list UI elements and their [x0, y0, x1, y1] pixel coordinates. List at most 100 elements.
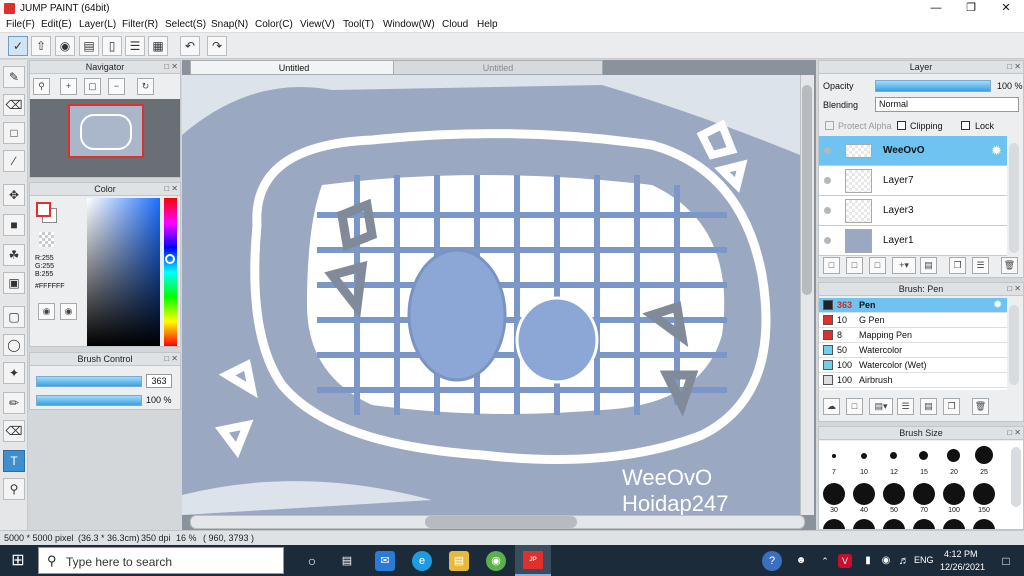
layer-row-weeovo[interactable]: WeeOvO ✹	[819, 136, 1007, 166]
edge-browser-icon[interactable]: e	[412, 551, 432, 571]
brush-size-dot[interactable]	[973, 519, 995, 529]
layer-visibility-icon[interactable]	[824, 207, 831, 214]
mail-icon[interactable]: ✉	[375, 551, 395, 571]
new-layer-icon[interactable]: □	[823, 257, 840, 274]
minimize-button[interactable]: —	[920, 0, 952, 17]
brush-size-dot[interactable]	[832, 454, 836, 458]
lock-checkbox[interactable]	[961, 121, 970, 130]
layer-row-layer7[interactable]: Layer7	[819, 166, 1007, 196]
brush-size-dot[interactable]	[947, 449, 960, 462]
brush-item-watercolor[interactable]: 50 Watercolor	[819, 343, 1007, 358]
gradient-tool-icon[interactable]: ▣	[3, 272, 25, 294]
brush-cloud-icon[interactable]: ☁	[823, 398, 840, 415]
battery-icon[interactable]: ▮	[858, 551, 878, 571]
close-button[interactable]: ✕	[990, 0, 1022, 17]
volume-icon[interactable]: ♬	[894, 551, 914, 571]
notification-icon[interactable]: □	[996, 551, 1016, 571]
windows-start-icon[interactable]: ⊞	[8, 551, 28, 571]
task-view-icon[interactable]: ▤	[337, 551, 357, 571]
brush-size-dot[interactable]	[973, 483, 995, 505]
new-vector-layer-icon[interactable]: □	[846, 257, 863, 274]
brush-size-scrollbar[interactable]	[1011, 447, 1021, 507]
brush-size-dot[interactable]	[823, 483, 845, 505]
menu-layer[interactable]: Layer(L)	[79, 19, 116, 30]
panel-controls-icon[interactable]: □ ✕	[164, 62, 178, 71]
language-indicator[interactable]: ENG	[914, 555, 934, 565]
rotate-icon[interactable]: ↻	[137, 78, 154, 95]
delete-layer-icon[interactable]: 🗑	[1001, 257, 1018, 274]
zoom-out-icon[interactable]: −	[108, 78, 125, 95]
saturation-value-picker[interactable]	[87, 198, 160, 346]
menu-snap[interactable]: Snap(N)	[211, 19, 248, 30]
brush-size-dot[interactable]	[823, 519, 845, 529]
navigator-preview[interactable]	[30, 99, 180, 177]
gallery-icon[interactable]: ▦	[148, 36, 168, 56]
brush-settings-icon[interactable]: ☰	[897, 398, 914, 415]
brush-size-dot[interactable]	[883, 483, 905, 505]
layer-settings-gear-icon[interactable]: ✹	[991, 143, 1002, 159]
menu-cloud[interactable]: Cloud	[442, 19, 468, 30]
brush-item-pen[interactable]: 363 Pen ✹	[819, 298, 1007, 313]
lasso-tool-icon[interactable]: ◯	[3, 334, 25, 356]
layer-list-scrollbar[interactable]	[1009, 143, 1019, 253]
fill-tool-icon[interactable]: ☘	[3, 244, 25, 266]
brush-menu-icon[interactable]: ▤▾	[869, 398, 893, 415]
brush-size-dot[interactable]	[861, 453, 867, 459]
select-tool-icon[interactable]: ▢	[3, 306, 25, 328]
blending-select[interactable]: Normal	[875, 97, 1019, 112]
select-eraser-icon[interactable]: ⌫	[3, 420, 25, 442]
clock-time[interactable]: 4:12 PM	[944, 549, 978, 559]
undo-icon[interactable]: ↶	[180, 36, 200, 56]
add-layer-menu-icon[interactable]: +▾	[892, 257, 916, 274]
menu-color[interactable]: Color(C)	[255, 19, 293, 30]
brush-size-dot[interactable]	[890, 452, 897, 459]
panel-controls-icon[interactable]: □ ✕	[164, 354, 178, 363]
move-tool-icon[interactable]: ✥	[3, 184, 25, 206]
text-tool-icon[interactable]: T	[3, 450, 25, 472]
new-brush-icon[interactable]: □	[846, 398, 863, 415]
artwork-canvas[interactable]: WeeOvO Hoidap247	[182, 75, 800, 515]
panel-controls-icon[interactable]: □ ✕	[164, 184, 178, 193]
brush-size-dot[interactable]	[883, 519, 905, 529]
rectangle-tool-icon[interactable]: ■	[3, 214, 25, 236]
protect-alpha-checkbox[interactable]	[825, 121, 834, 130]
brush-size-dot[interactable]	[943, 519, 965, 529]
brush-size-slider[interactable]	[36, 376, 142, 387]
palette-add-icon[interactable]: ◉	[60, 303, 77, 320]
document-icon[interactable]: ▯	[102, 36, 122, 56]
layer-visibility-icon[interactable]	[824, 177, 831, 184]
new-folder-icon[interactable]: ▤	[920, 257, 937, 274]
maximize-button[interactable]: ❐	[955, 0, 987, 17]
zoom-in-icon[interactable]: +	[60, 78, 77, 95]
brush-item-airbrush[interactable]: 100 Airbrush	[819, 373, 1007, 388]
menu-edit[interactable]: Edit(E)	[41, 19, 72, 30]
brush-list-scrollbar[interactable]	[1009, 305, 1019, 385]
antivirus-icon[interactable]: V	[838, 554, 852, 568]
tab-untitled-inactive[interactable]: Untitled	[393, 60, 603, 75]
jump-paint-taskbar-button[interactable]: JP	[515, 545, 551, 576]
clock-date[interactable]: 12/26/2021	[940, 562, 985, 572]
navigator-viewport[interactable]	[68, 104, 144, 158]
vertical-scroll-thumb[interactable]	[802, 85, 812, 295]
menu-tool[interactable]: Tool(T)	[343, 19, 374, 30]
merge-layer-icon[interactable]: ☰	[972, 257, 989, 274]
brush-size-dot[interactable]	[975, 446, 993, 464]
menu-file[interactable]: File(F)	[6, 19, 35, 30]
menu-view[interactable]: View(V)	[300, 19, 335, 30]
list-icon[interactable]: ☰	[125, 36, 145, 56]
transparent-color-swatch[interactable]	[39, 232, 54, 247]
brush-size-dot[interactable]	[913, 483, 935, 505]
shape-tool-icon[interactable]: □	[3, 122, 25, 144]
eraser-tool-icon[interactable]: ⌫	[3, 94, 25, 116]
menu-filter[interactable]: Filter(R)	[122, 19, 158, 30]
foreground-color-swatch[interactable]	[36, 202, 51, 217]
message-icon[interactable]: ▤	[79, 36, 99, 56]
panel-controls-icon[interactable]: □ ✕	[1007, 284, 1021, 293]
line-tool-icon[interactable]: ∕	[3, 150, 25, 172]
layer-row-layer1[interactable]: Layer1	[819, 226, 1007, 256]
help-icon[interactable]: ?	[762, 551, 782, 571]
cloud-sync-icon[interactable]: ✓	[8, 36, 28, 56]
brush-opacity-slider[interactable]	[36, 395, 142, 406]
horizontal-scroll-thumb[interactable]	[425, 516, 577, 528]
eyedropper-tool-icon[interactable]: ⚲	[3, 478, 25, 500]
